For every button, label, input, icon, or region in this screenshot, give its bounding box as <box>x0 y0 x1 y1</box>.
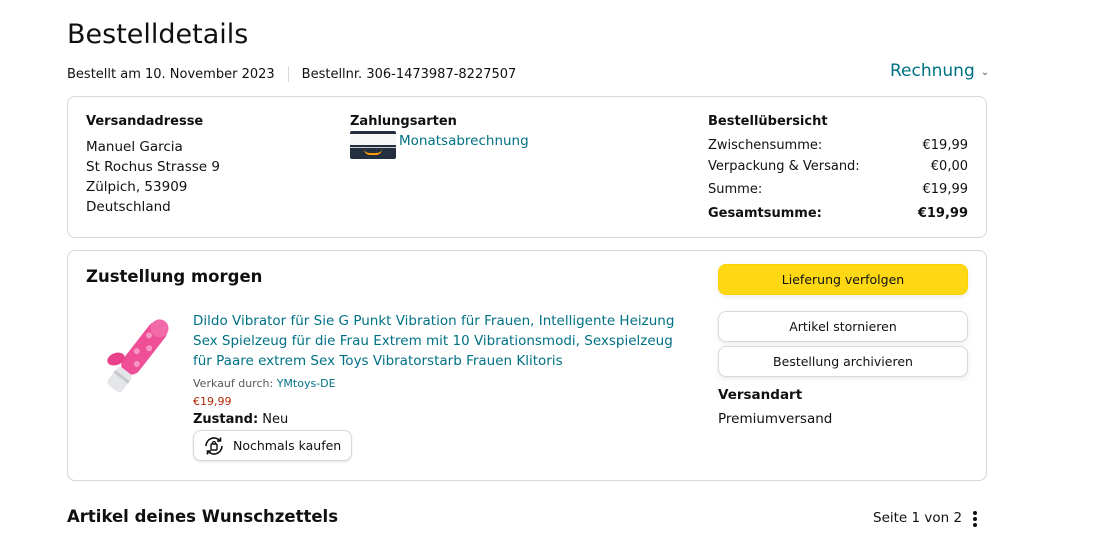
amazon-card-icon <box>350 131 396 159</box>
invoice-label: Rechnung <box>890 61 975 81</box>
summary-row-subtotal: Zwischensumme: €19,99 <box>708 135 968 156</box>
condition-label: Zustand: <box>193 412 259 427</box>
more-options-icon[interactable] <box>968 508 982 530</box>
buy-again-button[interactable]: Nochmals kaufen <box>193 430 353 461</box>
invoice-dropdown[interactable]: Rechnung ⌄ <box>890 61 989 81</box>
order-number: Bestellnr. 306-1473987-8227507 <box>301 66 517 82</box>
summary-row-total: Gesamtsumme: €19,99 <box>708 203 968 224</box>
address-country: Deutschland <box>86 199 171 215</box>
shipping-address-heading: Versandadresse <box>86 114 204 129</box>
delivery-card: Zustellung morgen Dildo Vibrator für Sie… <box>67 250 987 481</box>
payment-heading: Zahlungsarten <box>350 114 457 129</box>
archive-order-button[interactable]: Bestellung archivieren <box>718 346 968 377</box>
shipping-address: Manuel Garcia St Rochus Strasse 9 Zülpic… <box>86 137 220 217</box>
meta-divider <box>287 66 289 82</box>
cancel-item-button[interactable]: Artikel stornieren <box>718 311 968 342</box>
product-price: €19,99 <box>193 395 232 408</box>
order-summary-table: Zwischensumme: €19,99 Verpackung & Versa… <box>708 135 968 224</box>
order-summary-heading: Bestellübersicht <box>708 114 828 129</box>
product-details: Dildo Vibrator für Sie G Punkt Vibration… <box>193 311 693 462</box>
delivery-status: Zustellung morgen <box>86 267 263 286</box>
wishlist-pager: Seite 1 von 2 <box>873 510 963 526</box>
address-name: Manuel Garcia <box>86 139 183 155</box>
chevron-down-icon: ⌄ <box>980 66 990 78</box>
product-title-link[interactable]: Dildo Vibrator für Sie G Punkt Vibration… <box>193 311 693 371</box>
buy-again-icon <box>205 436 223 455</box>
summary-label: Gesamtsumme: <box>708 206 822 221</box>
summary-label: Summe: <box>708 182 763 197</box>
summary-row-shipping: Verpackung & Versand: €0,00 <box>708 156 968 177</box>
shipping-method-value: Premiumversand <box>718 411 833 427</box>
address-street: St Rochus Strasse 9 <box>86 159 220 175</box>
summary-label: Zwischensumme: <box>708 138 823 153</box>
condition-value: Neu <box>258 412 289 427</box>
order-meta: Bestellt am 10. November 2023 Bestellnr.… <box>67 66 516 82</box>
summary-label: Verpackung & Versand: <box>708 159 860 174</box>
order-date: Bestellt am 10. November 2023 <box>67 66 275 82</box>
track-delivery-button[interactable]: Lieferung verfolgen <box>718 264 968 295</box>
buy-again-label: Nochmals kaufen <box>233 438 342 453</box>
shipping-method-heading: Versandart <box>718 387 803 403</box>
page-title: Bestelldetails <box>67 19 249 50</box>
seller-link[interactable]: YMtoys-DE <box>277 377 336 390</box>
wishlist-title: Artikel deines Wunschzettels <box>67 507 339 526</box>
payment-method: Monatsabrechnung <box>350 131 529 159</box>
address-city: Zülpich, 53909 <box>86 179 188 195</box>
product-image[interactable] <box>98 311 178 401</box>
seller-label: Verkauf durch: <box>193 377 277 390</box>
summary-value: €19,99 <box>922 138 969 153</box>
payment-method-link[interactable]: Monatsabrechnung <box>399 133 529 149</box>
summary-value: €19,99 <box>922 182 969 197</box>
summary-value: €19,99 <box>917 206 968 221</box>
seller-info: Verkauf durch: YMtoys-DE <box>193 377 693 390</box>
product-condition: Zustand: Neu <box>193 412 693 427</box>
order-summary-card: Versandadresse Manuel Garcia St Rochus S… <box>67 96 987 238</box>
summary-value: €0,00 <box>930 159 968 174</box>
summary-row-sum: Summe: €19,99 <box>708 179 968 200</box>
